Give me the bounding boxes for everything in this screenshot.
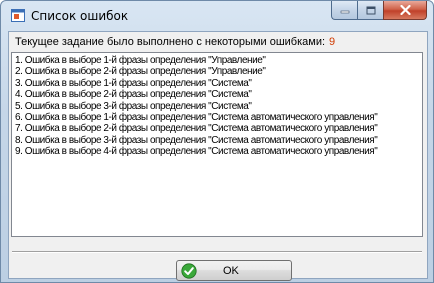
caption-buttons (331, 1, 427, 21)
maximize-icon (366, 6, 375, 14)
list-item[interactable]: 7. Ошибка в выборе 2-й фразы определения… (12, 123, 422, 134)
list-item[interactable]: 5. Ошибка в выборе 3-й фразы определения… (12, 101, 422, 112)
error-count: 9 (329, 36, 336, 48)
summary-line: Текущее задание было выполнено с некотор… (15, 36, 335, 48)
ok-button[interactable]: OK (176, 260, 292, 281)
list-item[interactable]: 9. Ошибка в выборе 4-й фразы определения… (12, 146, 422, 157)
error-list-dialog: Список ошибок Текущее задание было выпол… (0, 0, 434, 283)
list-item[interactable]: 1. Ошибка в выборе 1-й фразы определения… (12, 55, 422, 66)
dialog-client-area: Текущее задание было выполнено с некотор… (8, 31, 428, 281)
separator (12, 251, 422, 253)
close-icon (399, 5, 411, 15)
ok-button-label: OK (223, 264, 239, 277)
list-item[interactable]: 8. Ошибка в выборе 3-й фразы определения… (12, 135, 422, 146)
app-window-icon (11, 9, 25, 22)
minimize-button[interactable] (331, 1, 357, 20)
list-item[interactable]: 4. Ошибка в выборе 2-й фразы определения… (12, 89, 422, 100)
maximize-button[interactable] (357, 1, 383, 20)
checkmark-icon (181, 262, 197, 279)
list-item[interactable]: 3. Ошибка в выборе 1-й фразы определения… (12, 78, 422, 89)
window-title: Список ошибок (31, 9, 129, 23)
list-item[interactable]: 2. Ошибка в выборе 2-й фразы определения… (12, 66, 422, 77)
title-bar[interactable]: Список ошибок (1, 1, 433, 31)
close-button[interactable] (383, 1, 427, 20)
list-item[interactable]: 6. Ошибка в выборе 1-й фразы определения… (12, 112, 422, 123)
minimize-icon (340, 10, 349, 14)
error-listbox[interactable]: 1. Ошибка в выборе 1-й фразы определения… (11, 52, 423, 237)
summary-message: Текущее задание было выполнено с некотор… (15, 36, 326, 48)
